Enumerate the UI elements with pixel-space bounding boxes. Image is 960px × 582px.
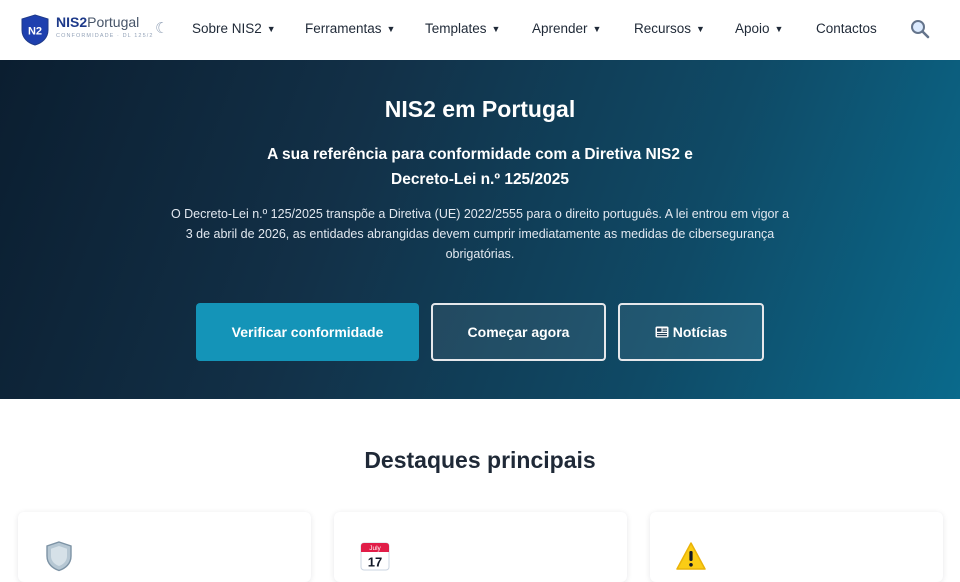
nav-item-contactos[interactable]: Contactos xyxy=(816,21,877,36)
start-now-label: Começar agora xyxy=(467,324,570,340)
news-label: Notícias xyxy=(672,324,728,340)
logo-text: NIS2Portugal CONFORMIDADE · DL 125/2 xyxy=(56,14,154,39)
highlight-card: July 17 xyxy=(334,512,627,582)
highlight-card xyxy=(650,512,943,582)
logo-name-bold: NIS2 xyxy=(56,14,88,30)
hero-subtitle: A sua referência para conformidade com a… xyxy=(250,142,710,192)
logo-shield-icon: N2 xyxy=(21,14,49,46)
nav-item-label: Recursos xyxy=(634,21,692,36)
verify-compliance-label: Verificar conformidade xyxy=(231,324,384,340)
nav-item-templates[interactable]: Templates ▼ xyxy=(425,21,500,36)
nav-item-label: Contactos xyxy=(816,21,877,36)
calendar-month: July xyxy=(369,545,381,552)
logo-tagline: CONFORMIDADE · DL 125/2 xyxy=(56,33,154,39)
start-now-button[interactable]: Começar agora xyxy=(431,303,606,361)
chevron-down-icon: ▼ xyxy=(774,23,784,34)
moon-icon[interactable]: ☾ xyxy=(155,19,168,37)
calendar-day: 17 xyxy=(368,555,382,570)
chevron-down-icon: ▼ xyxy=(592,23,602,34)
nav-item-label: Ferramentas xyxy=(305,21,382,36)
chevron-down-icon: ▼ xyxy=(266,23,276,34)
highlight-card xyxy=(18,512,311,582)
shield-icon xyxy=(46,541,72,572)
news-button[interactable]: Notícias xyxy=(618,303,764,361)
hero-subtitle-line-2: Decreto-Lei n.º 125/2025 xyxy=(391,171,569,188)
nav-item-label: Sobre NIS2 xyxy=(192,21,262,36)
warning-icon xyxy=(676,542,706,570)
highlights-title: Destaques principais xyxy=(364,447,596,473)
verify-compliance-button[interactable]: Verificar conformidade xyxy=(196,303,419,361)
hero-subtitle-line-1: A sua referência para conformidade com a… xyxy=(267,146,693,163)
newspaper-icon xyxy=(655,326,669,338)
nav-item-recursos[interactable]: Recursos ▼ xyxy=(634,21,705,36)
nav-item-ferramentas[interactable]: Ferramentas ▼ xyxy=(305,21,395,36)
site-logo[interactable]: N2 NIS2Portugal CONFORMIDADE · DL 125/2 xyxy=(20,14,154,46)
top-navbar: N2 NIS2Portugal CONFORMIDADE · DL 125/2 … xyxy=(0,0,960,60)
chevron-down-icon: ▼ xyxy=(386,23,396,34)
logo-name: NIS2Portugal xyxy=(56,14,154,30)
chevron-down-icon: ▼ xyxy=(491,23,501,34)
nav-item-apoio[interactable]: Apoio ▼ xyxy=(735,21,783,36)
hero-section: NIS2 em Portugal A sua referência para c… xyxy=(0,60,960,399)
logo-badge-text: N2 xyxy=(28,26,42,38)
nav-item-label: Aprender xyxy=(532,21,588,36)
nav-item-aprender[interactable]: Aprender ▼ xyxy=(532,21,601,36)
search-icon[interactable] xyxy=(909,18,931,40)
logo-name-light: Portugal xyxy=(87,14,140,30)
chevron-down-icon: ▼ xyxy=(696,23,705,34)
calendar-icon: July 17 xyxy=(360,542,390,571)
hero-description: O Decreto-Lei n.º 125/2025 transpõe a Di… xyxy=(170,207,790,261)
nav-item-sobre-nis2[interactable]: Sobre NIS2 ▼ xyxy=(192,21,276,36)
nav-item-label: Apoio xyxy=(735,21,770,36)
hero-title: NIS2 em Portugal xyxy=(384,96,576,122)
nav-item-label: Templates xyxy=(425,21,487,36)
